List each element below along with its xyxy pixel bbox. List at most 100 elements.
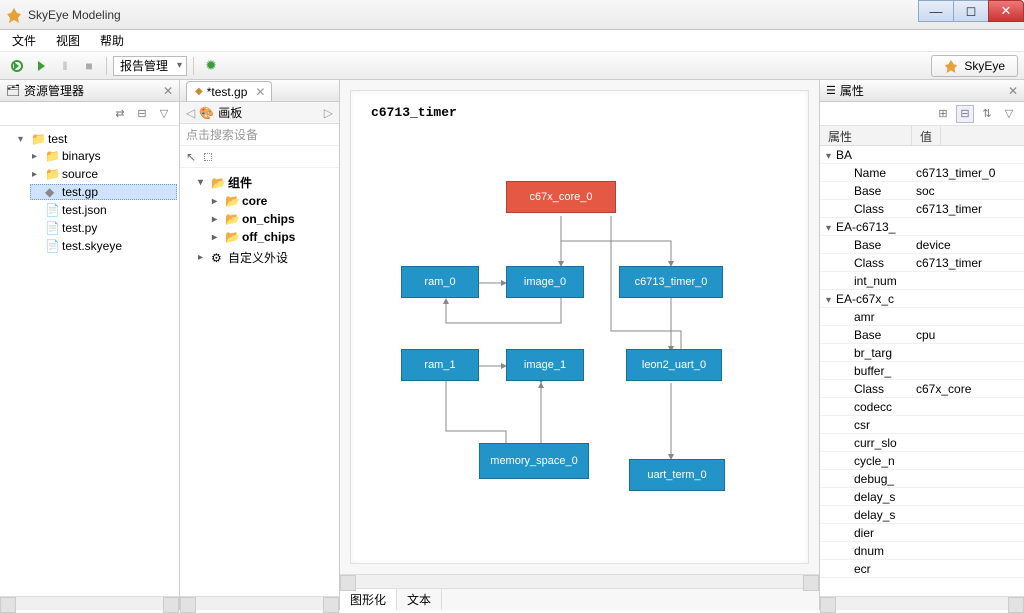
tab-graphical[interactable]: 图形化 (340, 589, 397, 610)
node-image1[interactable]: image_1 (506, 349, 584, 381)
marquee-tool-icon[interactable] (204, 153, 212, 161)
palette-hscroll[interactable] (180, 596, 339, 610)
prop-btn-2[interactable]: ⊟ (956, 105, 974, 123)
prop-btn-4[interactable]: ▽ (1000, 105, 1018, 123)
property-row[interactable]: Namec6713_timer_0 (820, 164, 1024, 182)
property-row[interactable]: ▾EA-c6713_ (820, 218, 1024, 236)
property-row[interactable]: Basedevice (820, 236, 1024, 254)
connection-layer (351, 91, 808, 563)
menu-view[interactable]: 视图 (48, 30, 88, 51)
property-row[interactable]: delay_s (820, 488, 1024, 506)
palette-board-label: 画板 (218, 104, 242, 121)
properties-header: 属性 值 (820, 126, 1024, 146)
property-row[interactable]: cycle_n (820, 452, 1024, 470)
property-row[interactable]: ▾BA (820, 146, 1024, 164)
tree-item-binarys[interactable]: ▸ 📁 binarys (30, 148, 177, 164)
window-minimize-button[interactable]: — (918, 0, 954, 22)
explorer-mini-toolbar: ⇄ ⊟ ▽ (0, 102, 179, 126)
tree-item-test.gp[interactable]: ◆ test.gp (30, 184, 177, 200)
property-row[interactable]: buffer_ (820, 362, 1024, 380)
tree-item-source[interactable]: ▸ 📁 source (30, 166, 177, 182)
node-uart[interactable]: leon2_uart_0 (626, 349, 722, 381)
menu-help[interactable]: 帮助 (92, 30, 132, 51)
tab-text[interactable]: 文本 (397, 589, 442, 610)
node-core[interactable]: c67x_core_0 (506, 181, 616, 213)
property-row[interactable]: ▾EA-c67x_c (820, 290, 1024, 308)
canvas-footer-tabs: 图形化 文本 (340, 588, 819, 610)
node-timer[interactable]: c6713_timer_0 (619, 266, 723, 298)
properties-hscroll[interactable] (820, 596, 1024, 610)
diagram-title: c6713_timer (371, 105, 457, 120)
property-row[interactable]: codecc (820, 398, 1024, 416)
palette-search-input[interactable]: 点击搜索设备 (180, 124, 339, 146)
palette-tool-row: ↖ (180, 146, 339, 168)
editor-tab-testgp[interactable]: ◆ *test.gp ✕ (186, 81, 272, 101)
main-toolbar: ‖ ■ 报告管理 ✹ SkyEye (0, 52, 1024, 80)
node-ram1[interactable]: ram_1 (401, 349, 479, 381)
window-maximize-button[interactable]: ◻ (953, 0, 989, 22)
node-uart-term[interactable]: uart_term_0 (629, 459, 725, 491)
select-tool-icon[interactable]: ↖ (186, 150, 196, 164)
editor-tab-close[interactable]: ✕ (255, 85, 265, 99)
app-icon (6, 7, 22, 23)
debug-button[interactable]: ✹ (200, 55, 222, 77)
properties-panel: ☰ 属性 ✕ ⊞ ⊟ ⇅ ▽ 属性 值 ▾BANamec6713_timer_0… (820, 80, 1024, 610)
tree-item-test.skyeye[interactable]: 📄 test.skyeye (30, 238, 177, 254)
stop-button[interactable]: ■ (78, 55, 100, 77)
node-image0[interactable]: image_0 (506, 266, 584, 298)
prop-btn-1[interactable]: ⊞ (934, 105, 952, 123)
property-row[interactable]: dier (820, 524, 1024, 542)
properties-icon: ☰ (826, 84, 836, 97)
tree-item-test.json[interactable]: 📄 test.json (30, 202, 177, 218)
start-button[interactable] (30, 55, 52, 77)
property-row[interactable]: Classc67x_core (820, 380, 1024, 398)
property-row[interactable]: Classc6713_timer (820, 200, 1024, 218)
window-title: SkyEye Modeling (28, 8, 121, 22)
node-memory-space[interactable]: memory_space_0 (479, 443, 589, 479)
collapse-all-button[interactable]: ⊟ (133, 105, 151, 123)
property-row[interactable]: Basesoc (820, 182, 1024, 200)
tree-item-test.py[interactable]: 📄 test.py (30, 220, 177, 236)
node-ram0[interactable]: ram_0 (401, 266, 479, 298)
run-button[interactable] (6, 55, 28, 77)
menu-file[interactable]: 文件 (4, 30, 44, 51)
property-row[interactable]: delay_s (820, 506, 1024, 524)
explorer-tab[interactable]: 🗂 资源管理器 ✕ (0, 80, 179, 102)
palette-tree[interactable]: ▾📂组件 ▸📂core ▸📂on_chips ▸📂off_chips ▸⚙自定义… (180, 168, 339, 596)
property-row[interactable]: debug_ (820, 470, 1024, 488)
resource-explorer-panel: 🗂 资源管理器 ✕ ⇄ ⊟ ▽ ▾📁test ▸ 📁 binarys ▸ 📁 s… (0, 80, 180, 610)
menubar: 文件 视图 帮助 (0, 30, 1024, 52)
property-row[interactable]: Classc6713_timer (820, 254, 1024, 272)
project-tree[interactable]: ▾📁test ▸ 📁 binarys ▸ 📁 source ◆ test.gp … (0, 126, 179, 596)
palette-back-button[interactable]: ◁ (186, 106, 195, 120)
file-icon: ◆ (195, 86, 203, 97)
properties-tab-close[interactable]: ✕ (1008, 84, 1018, 98)
pause-button[interactable]: ‖ (54, 55, 76, 77)
skyeye-brand-button[interactable]: SkyEye (931, 55, 1018, 77)
explorer-hscroll[interactable] (0, 596, 179, 610)
explorer-title: 资源管理器 (24, 82, 84, 99)
property-row[interactable]: csr (820, 416, 1024, 434)
explorer-icon: 🗂 (6, 84, 20, 97)
property-row[interactable]: amr (820, 308, 1024, 326)
palette-collapse-button[interactable]: ▷ (324, 106, 333, 120)
prop-btn-3[interactable]: ⇅ (978, 105, 996, 123)
property-row[interactable]: dnum (820, 542, 1024, 560)
property-row[interactable]: ecr (820, 560, 1024, 578)
properties-title: 属性 (840, 82, 864, 99)
window-titlebar: SkyEye Modeling — ◻ ✕ (0, 0, 1024, 30)
properties-body[interactable]: ▾BANamec6713_timer_0BasesocClassc6713_ti… (820, 146, 1024, 596)
link-editor-button[interactable]: ⇄ (111, 105, 129, 123)
diagram-canvas[interactable]: c6713_timer c67x_core_0 ram_0 (340, 80, 819, 574)
report-mgmt-combo[interactable]: 报告管理 (113, 56, 187, 76)
properties-tab[interactable]: ☰ 属性 ✕ (820, 80, 1024, 102)
property-row[interactable]: int_num (820, 272, 1024, 290)
property-row[interactable]: Basecpu (820, 326, 1024, 344)
property-row[interactable]: br_targ (820, 344, 1024, 362)
window-close-button[interactable]: ✕ (988, 0, 1024, 22)
view-menu-button[interactable]: ▽ (155, 105, 173, 123)
diagram-editor: c6713_timer c67x_core_0 ram_0 (340, 80, 820, 610)
canvas-hscroll[interactable] (340, 574, 819, 588)
property-row[interactable]: curr_slo (820, 434, 1024, 452)
explorer-tab-close[interactable]: ✕ (163, 84, 173, 98)
